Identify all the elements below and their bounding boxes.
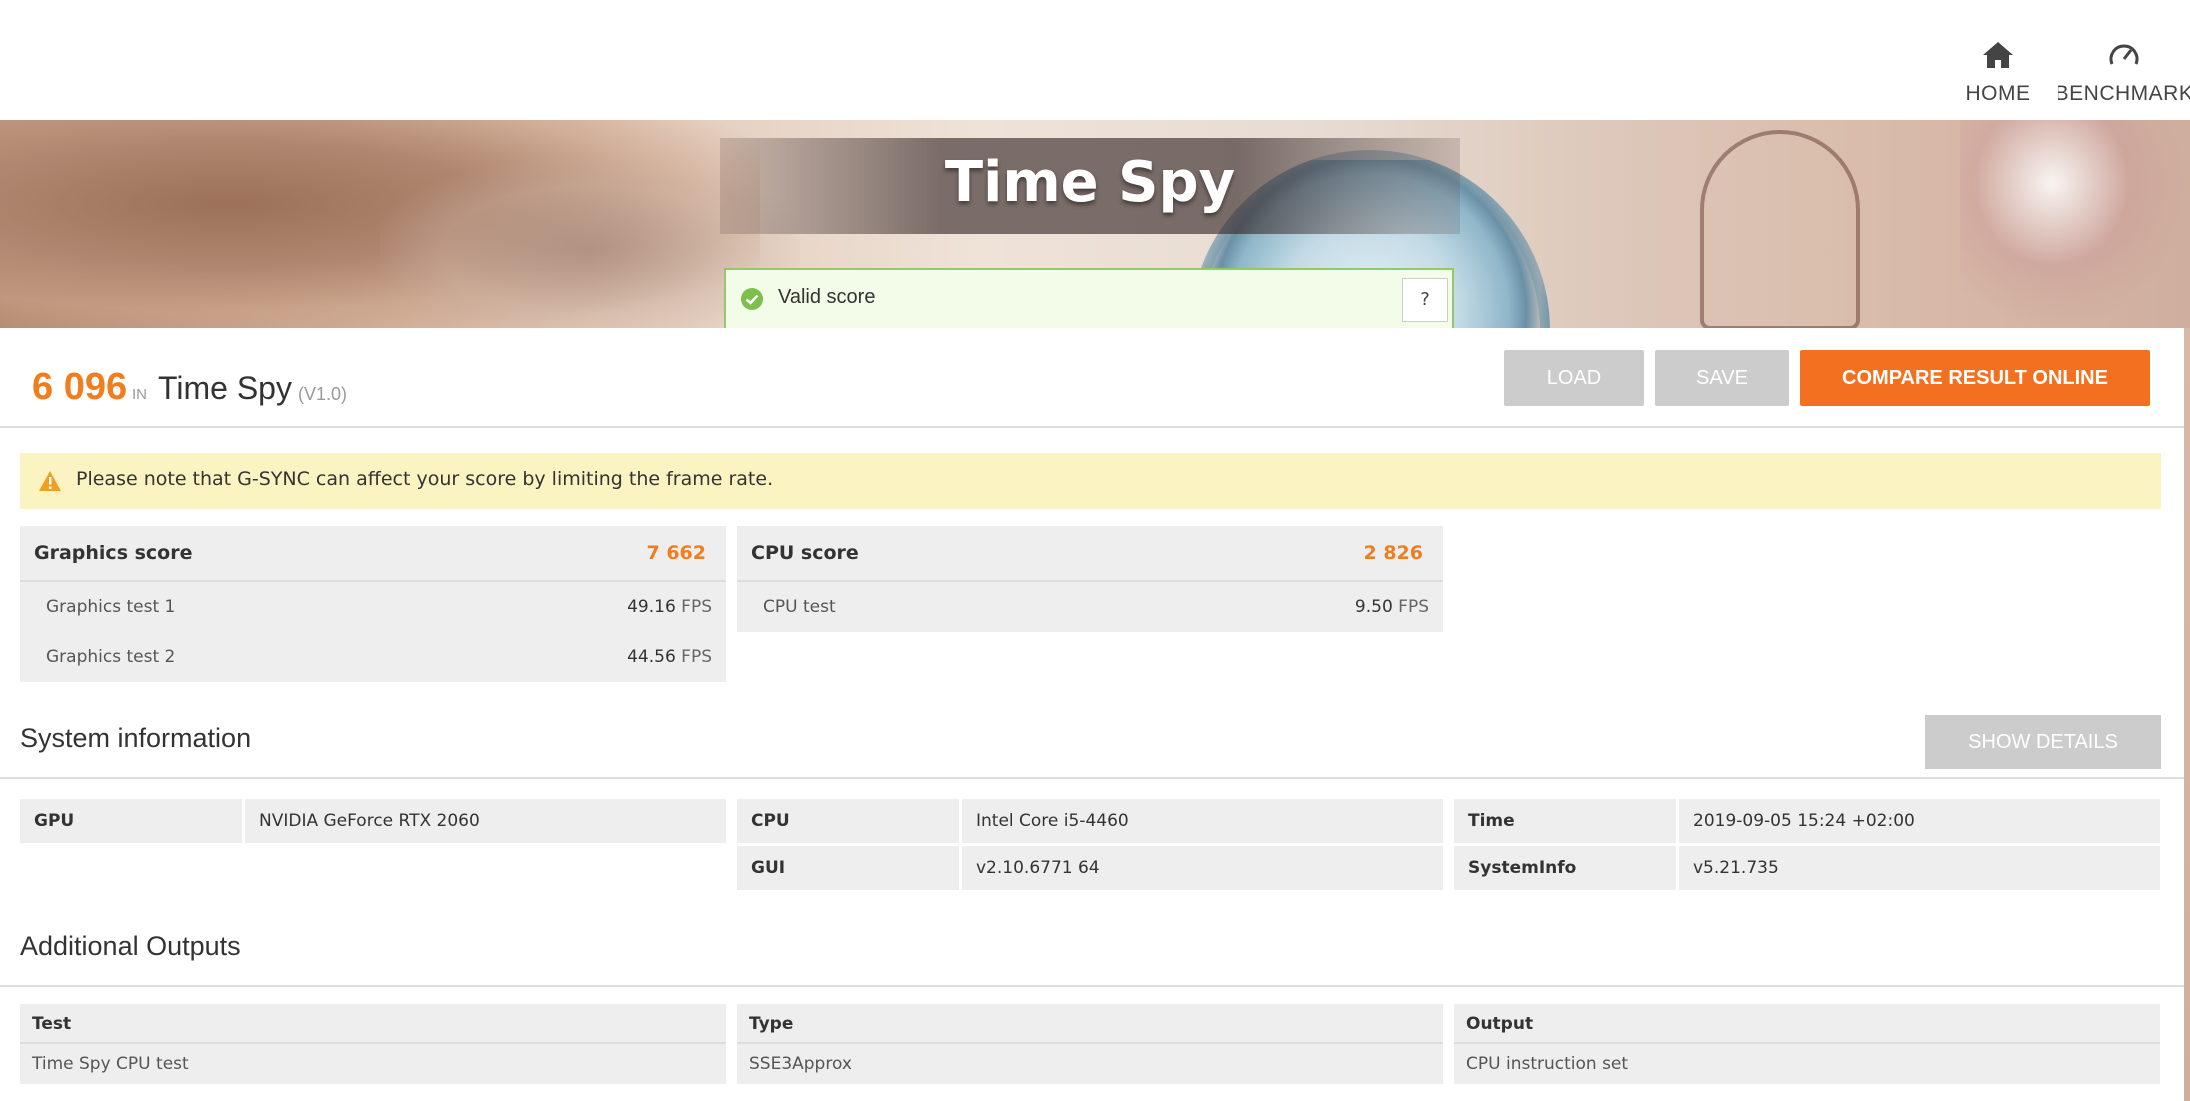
save-button[interactable]: SAVE xyxy=(1655,350,1789,406)
fps-unit: FPS xyxy=(1398,597,1429,617)
cpu-score-value: 2 826 xyxy=(1363,542,1424,564)
sysinfo-row-gpu: GPU NVIDIA GeForce RTX 2060 xyxy=(20,799,726,843)
hero-title: Time Spy xyxy=(944,150,1236,215)
graphics-test-value: 44.56 FPS xyxy=(627,647,712,667)
valid-score-banner: Valid score ? xyxy=(724,268,1454,330)
graphics-test-row: Graphics test 2 44.56 FPS xyxy=(20,632,726,682)
sysinfo-key: CPU xyxy=(737,799,959,843)
results-panel: 6 096 IN Time Spy (V1.0) LOAD SAVE COMPA… xyxy=(0,328,2184,1101)
score-header: 6 096 IN Time Spy (V1.0) LOAD SAVE COMPA… xyxy=(0,328,2184,428)
nav-benchmarks[interactable]: BENCHMARK xyxy=(2058,40,2190,106)
warning-icon xyxy=(39,471,61,491)
outputs-column-test: Test Time Spy CPU test xyxy=(20,1004,726,1084)
cpu-score-header: CPU score 2 826 xyxy=(737,526,1443,582)
sysinfo-value: NVIDIA GeForce RTX 2060 xyxy=(245,799,726,843)
overall-score: 6 096 xyxy=(32,366,128,408)
outputs-column-header: Test xyxy=(20,1004,726,1044)
load-button[interactable]: LOAD xyxy=(1504,350,1644,406)
show-details-button[interactable]: SHOW DETAILS xyxy=(1925,715,2161,769)
gsync-warning: Please note that G-SYNC can affect your … xyxy=(20,453,2161,509)
cpu-score-card: CPU score 2 826 CPU test 9.50 FPS xyxy=(737,526,1443,632)
gsync-warning-text: Please note that G-SYNC can affect your … xyxy=(76,468,774,490)
outputs-column-header: Output xyxy=(1454,1004,2160,1044)
benchmark-name: Time Spy xyxy=(158,370,292,406)
outputs-column-type: Type SSE3Approx xyxy=(737,1004,1443,1084)
graphics-score-card: Graphics score 7 662 Graphics test 1 49.… xyxy=(20,526,726,682)
check-circle-icon xyxy=(741,288,763,310)
graphics-test-fps: 44.56 xyxy=(627,647,676,667)
home-icon xyxy=(1983,42,2013,68)
section-divider xyxy=(0,777,2184,779)
graphics-test-row: Graphics test 1 49.16 FPS xyxy=(20,582,726,632)
cpu-test-label: CPU test xyxy=(763,597,836,617)
sysinfo-row-systeminfo: SystemInfo v5.21.735 xyxy=(1454,846,2160,890)
sysinfo-row-time: Time 2019-09-05 15:24 +02:00 xyxy=(1454,799,2160,843)
background-edge xyxy=(2184,328,2190,1101)
outputs-cell: SSE3Approx xyxy=(737,1044,1443,1084)
fps-unit: FPS xyxy=(681,647,712,667)
sysinfo-row-gui: GUI v2.10.6771 64 xyxy=(737,846,1443,890)
outputs-column-output: Output CPU instruction set xyxy=(1454,1004,2160,1084)
nav-home-label: HOME xyxy=(1965,82,2031,105)
nav-home[interactable]: HOME xyxy=(1958,40,2038,106)
cpu-score-label: CPU score xyxy=(751,542,859,564)
hero-art-ironwork xyxy=(1700,130,1860,330)
sysinfo-row-cpu: CPU Intel Core i5-4460 xyxy=(737,799,1443,843)
sysinfo-key: Time xyxy=(1454,799,1676,843)
graphics-test-label: Graphics test 2 xyxy=(46,647,176,667)
score-in-label: IN xyxy=(132,386,147,403)
sysinfo-value: 2019-09-05 15:24 +02:00 xyxy=(1679,799,2160,843)
sysinfo-value: v2.10.6771 64 xyxy=(962,846,1443,890)
outputs-cell: CPU instruction set xyxy=(1454,1044,2160,1084)
graphics-score-label: Graphics score xyxy=(34,542,193,564)
sysinfo-value: Intel Core i5-4460 xyxy=(962,799,1443,843)
sysinfo-key: GPU xyxy=(20,799,242,843)
outputs-cell: Time Spy CPU test xyxy=(20,1044,726,1084)
outputs-column-header: Type xyxy=(737,1004,1443,1044)
graphics-test-fps: 49.16 xyxy=(627,597,676,617)
cpu-test-value: 9.50 FPS xyxy=(1355,597,1429,617)
speedometer-icon xyxy=(2109,44,2139,65)
additional-outputs-title: Additional Outputs xyxy=(20,931,241,961)
benchmark-version: (V1.0) xyxy=(298,384,348,404)
sysinfo-key: GUI xyxy=(737,846,959,890)
system-information-title: System information xyxy=(20,723,252,753)
graphics-score-header: Graphics score 7 662 xyxy=(20,526,726,582)
help-button[interactable]: ? xyxy=(1402,278,1448,322)
sysinfo-value: v5.21.735 xyxy=(1679,846,2160,890)
compare-result-online-button[interactable]: COMPARE RESULT ONLINE xyxy=(1800,350,2150,406)
graphics-score-value: 7 662 xyxy=(646,542,707,564)
fps-unit: FPS xyxy=(681,597,712,617)
nav-benchmarks-label: BENCHMARK xyxy=(2058,82,2190,105)
graphics-test-label: Graphics test 1 xyxy=(46,597,176,617)
graphics-test-value: 49.16 FPS xyxy=(627,597,712,617)
section-divider xyxy=(0,985,2184,987)
cpu-test-row: CPU test 9.50 FPS xyxy=(737,582,1443,632)
sysinfo-key: SystemInfo xyxy=(1454,846,1676,890)
top-nav: HOME BENCHMARK xyxy=(0,0,2190,120)
valid-score-text: Valid score xyxy=(778,286,876,308)
cpu-test-fps: 9.50 xyxy=(1354,597,1393,617)
hero-art-palm xyxy=(1960,120,2190,330)
